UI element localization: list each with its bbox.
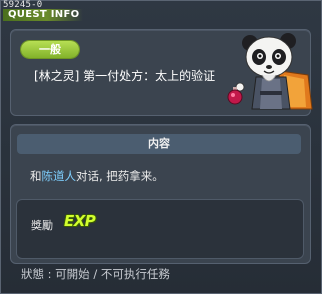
window-title: QUEST INFO — [8, 9, 80, 20]
quest-category-badge: 一般 — [21, 41, 79, 58]
exp-reward-icon: EXP — [64, 212, 96, 230]
desc-prefix: 和 — [30, 169, 42, 183]
desc-suffix: 对话, 把药拿来。 — [76, 169, 164, 183]
npc-name-link[interactable]: 陈道人 — [42, 169, 77, 183]
quest-info-window: 59245-0 QUEST INFO 一般 [林之灵] 第一付处方：太上的验证 — [0, 0, 322, 294]
content-section-header: 内容 — [17, 134, 301, 154]
quest-name: [林之灵] 第一付处方：太上的验证 — [34, 69, 216, 83]
reward-box — [16, 199, 304, 259]
panda-npc-icon — [227, 33, 313, 110]
quest-status: 狀態 : 可開始 / 不可执行任務 — [21, 267, 170, 281]
reward-label: 獎勵 — [31, 219, 53, 232]
quest-description: 和陈道人对话, 把药拿来。 — [30, 168, 164, 184]
